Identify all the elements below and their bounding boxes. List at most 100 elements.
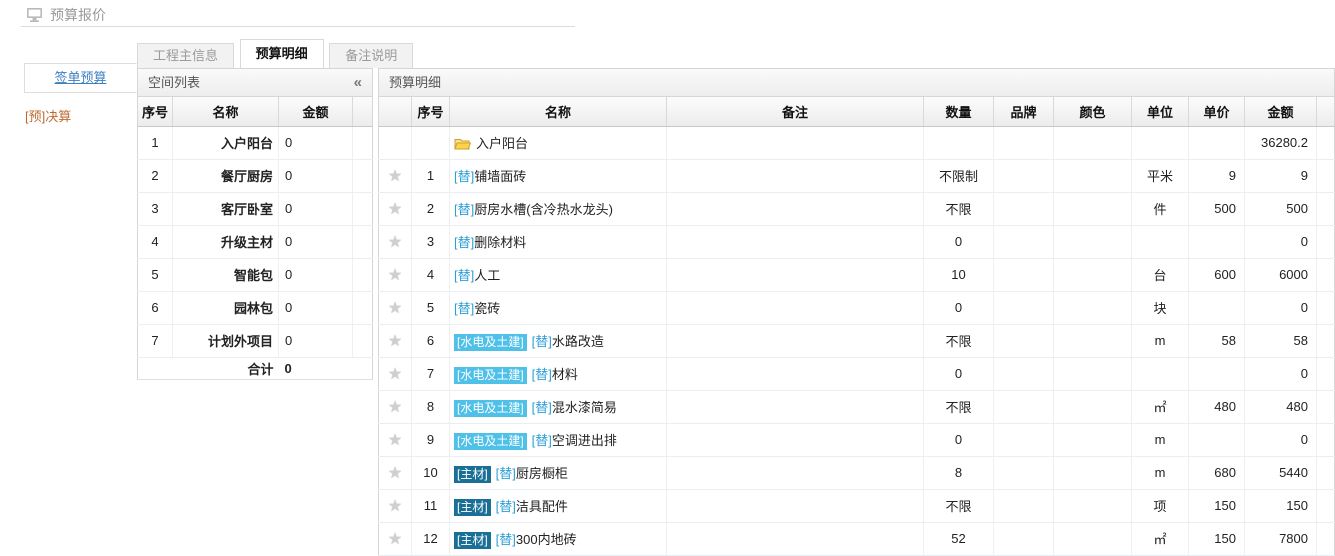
favorite-star-icon[interactable]: ★ [379,159,412,192]
category-badge: [水电及土建] [454,334,527,351]
space-row-no: 6 [138,291,173,324]
detail-row-price [1189,225,1245,258]
space-list-header-row: 序号 名称 金额 [138,97,373,126]
detail-col-qty: 数量 [924,97,994,126]
detail-row-filler [1317,423,1335,456]
category-badge: [主材] [454,466,491,483]
favorite-star-icon[interactable]: ★ [379,390,412,423]
space-row-name: 智能包 [173,258,279,291]
space-row[interactable]: 1入户阳台0 [138,126,373,159]
detail-row-amount: 0 [1245,291,1317,324]
tab-remarks[interactable]: 备注说明 [329,43,413,68]
detail-row-amount: 500 [1245,192,1317,225]
monitor-icon [26,7,43,23]
collapse-icon[interactable]: « [354,75,362,90]
favorite-star-icon[interactable]: ★ [379,324,412,357]
favorite-star-icon[interactable]: ★ [379,357,412,390]
detail-row-note [667,324,924,357]
favorite-star-icon[interactable]: ★ [379,225,412,258]
space-row-amount: 0 [279,324,353,357]
detail-row-note [667,390,924,423]
detail-row[interactable]: ★9[水电及土建][替]空调进出排0m0 [379,423,1335,456]
sign-budget-link[interactable]: 签单预算 [54,70,106,85]
detail-row[interactable]: ★3[替]删除材料00 [379,225,1335,258]
detail-row-price: 600 [1189,258,1245,291]
favorite-star-icon[interactable]: ★ [379,522,412,555]
detail-row-no: 8 [412,390,450,423]
space-row-filler [353,159,373,192]
detail-col-filler [1317,97,1335,126]
detail-row-no: 7 [412,357,450,390]
detail-row-amount: 0 [1245,225,1317,258]
detail-row-color [1054,522,1132,555]
detail-col-note: 备注 [667,97,924,126]
space-row[interactable]: 5智能包0 [138,258,373,291]
space-row-name: 园林包 [173,291,279,324]
detail-row-color [1054,291,1132,324]
detail-row-qty: 不限 [924,324,994,357]
detail-col-no: 序号 [412,97,450,126]
detail-row[interactable]: ★12[主材][替]300内地砖52㎡1507800 [379,522,1335,555]
detail-row-no: 6 [412,324,450,357]
space-list-title: 空间列表 [148,69,200,96]
settlement-link[interactable]: [预]决算 [25,109,71,124]
detail-col-amount: 金额 [1245,97,1317,126]
space-row[interactable]: 4升级主材0 [138,225,373,258]
detail-row[interactable]: ★2[替]厨房水槽(含冷热水龙头)不限件500500 [379,192,1335,225]
detail-row[interactable]: ★6[水电及土建][替]水路改造不限m5858 [379,324,1335,357]
category-badge: [水电及土建] [454,400,527,417]
space-row[interactable]: 6园林包0 [138,291,373,324]
detail-row[interactable]: ★5[替]瓷砖0块0 [379,291,1335,324]
detail-row-brand [994,357,1054,390]
detail-row-unit: ㎡ [1132,390,1189,423]
favorite-star-icon[interactable]: ★ [379,258,412,291]
favorite-star-icon[interactable]: ★ [379,291,412,324]
space-row[interactable]: 3客厅卧室0 [138,192,373,225]
detail-row-name: [水电及土建][替]混水漆简易 [450,390,667,423]
detail-row-note [667,489,924,522]
detail-row-note [667,192,924,225]
space-row-no: 5 [138,258,173,291]
detail-row[interactable]: ★11[主材][替]洁具配件不限项150150 [379,489,1335,522]
detail-row[interactable]: ★4[替]人工10台6006000 [379,258,1335,291]
detail-row[interactable]: ★8[水电及土建][替]混水漆简易不限㎡480480 [379,390,1335,423]
sidebar-item-settlement[interactable]: [预]决算 [24,107,137,127]
tab-budget-detail[interactable]: 预算明细 [240,39,324,68]
favorite-star-icon[interactable]: ★ [379,456,412,489]
detail-row-brand [994,192,1054,225]
favorite-star-icon[interactable]: ★ [379,489,412,522]
budget-detail-title: 预算明细 [389,69,441,96]
detail-row-name: [水电及土建][替]水路改造 [450,324,667,357]
detail-col-price: 单价 [1189,97,1245,126]
detail-row[interactable]: ★7[水电及土建][替]材料00 [379,357,1335,390]
detail-row-amount: 6000 [1245,258,1317,291]
detail-row-unit [1132,225,1189,258]
space-row[interactable]: 7计划外项目0 [138,324,373,357]
space-row-amount: 0 [279,258,353,291]
space-row-name: 计划外项目 [173,324,279,357]
detail-row-qty: 0 [924,225,994,258]
favorite-star-icon[interactable]: ★ [379,192,412,225]
budget-detail-panel: 预算明细 序号 名称 备注 数量 品牌 颜色 [378,68,1335,556]
sidebar-item-sign-budget[interactable]: 签单预算 [24,63,137,93]
detail-col-color: 颜色 [1054,97,1132,126]
category-badge: [水电及土建] [454,433,527,450]
replace-tag: [替] [454,235,474,250]
favorite-star-icon[interactable]: ★ [379,423,412,456]
space-list-header: 空间列表 « [137,68,373,97]
space-row[interactable]: 2餐厅厨房0 [138,159,373,192]
category-badge: [主材] [454,532,491,549]
space-row-no: 4 [138,225,173,258]
category-badge: [水电及土建] [454,367,527,384]
group-row-amount: 36280.2 [1245,126,1317,159]
tab-project-info[interactable]: 工程主信息 [137,43,234,68]
detail-row[interactable]: ★10[主材][替]厨房橱柜8m6805440 [379,456,1335,489]
detail-row-unit: m [1132,423,1189,456]
detail-row-brand [994,522,1054,555]
detail-row[interactable]: ★1[替]铺墙面砖不限制平米99 [379,159,1335,192]
group-row[interactable]: 入户阳台36280.2 [379,126,1335,159]
tab-bar: 工程主信息 预算明细 备注说明 [137,40,1335,68]
detail-row-brand [994,258,1054,291]
main-region: 工程主信息 预算明细 备注说明 空间列表 « 序号 名称 金额 [137,40,1335,556]
detail-row-filler [1317,225,1335,258]
